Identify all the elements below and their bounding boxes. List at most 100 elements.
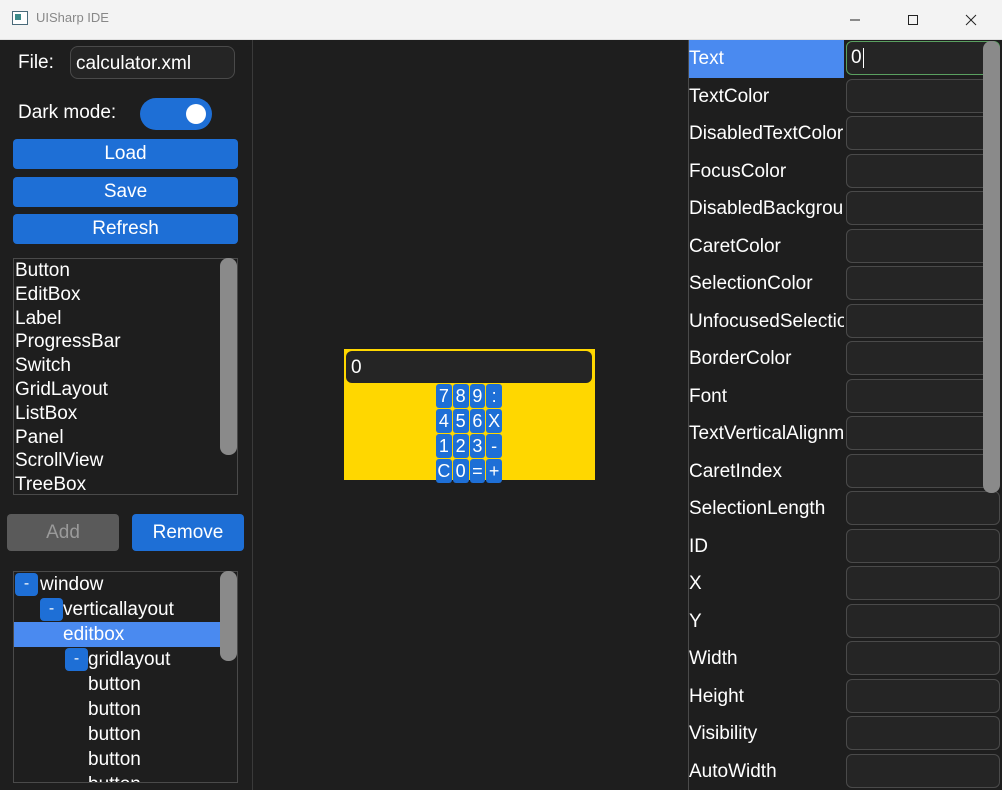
list-item[interactable]: Switch [14, 354, 237, 378]
property-name[interactable]: AutoWidth [689, 753, 844, 790]
list-item[interactable]: TreeBox [14, 473, 237, 494]
tree-item-window[interactable]: - window [14, 572, 237, 597]
calc-button[interactable]: - [486, 434, 502, 458]
calc-button[interactable]: + [486, 459, 502, 483]
property-value-input[interactable] [846, 678, 1000, 713]
calc-button[interactable]: 7 [436, 384, 452, 408]
tree-item-editbox[interactable]: editbox [14, 622, 237, 647]
list-item[interactable]: EditBox [14, 283, 237, 307]
property-value-input[interactable] [846, 453, 1000, 488]
calc-button[interactable]: 5 [452, 409, 469, 433]
calc-button[interactable]: 3 [469, 434, 486, 458]
calculator-display[interactable]: 0 [346, 351, 592, 383]
property-name[interactable]: SelectionColor [689, 265, 844, 303]
property-name[interactable]: X [689, 565, 844, 603]
calc-button[interactable]: X [486, 409, 502, 433]
property-value-input[interactable] [846, 153, 1000, 188]
maximize-button[interactable] [884, 0, 942, 39]
property-row: TextColor [689, 78, 1002, 116]
property-value-input[interactable] [846, 641, 1000, 675]
dark-mode-toggle[interactable] [140, 98, 212, 130]
property-name[interactable]: TextColor [689, 78, 844, 116]
property-value-input[interactable] [846, 566, 1000, 600]
calc-button[interactable]: 2 [452, 434, 469, 458]
collapse-toggle[interactable]: - [65, 648, 88, 671]
add-button[interactable]: Add [7, 514, 119, 551]
tree-item-button[interactable]: button [14, 697, 237, 722]
list-item[interactable]: ListBox [14, 402, 237, 426]
minimize-button[interactable] [826, 0, 884, 39]
widget-list-scrollbar[interactable] [220, 258, 237, 455]
tree-item-label: verticallayout [63, 599, 174, 620]
property-value-input[interactable] [846, 341, 1000, 375]
property-name[interactable]: UnfocusedSelectionColor [689, 303, 844, 341]
widget-list[interactable]: Button EditBox Label ProgressBar Switch … [13, 258, 238, 495]
save-button[interactable]: Save [13, 177, 238, 207]
remove-button[interactable]: Remove [132, 514, 244, 551]
property-name[interactable]: FocusColor [689, 153, 844, 191]
property-value-input[interactable] [846, 753, 1000, 788]
property-name[interactable]: CaretIndex [689, 453, 844, 491]
property-name[interactable]: Height [689, 678, 844, 716]
dark-mode-label: Dark mode: [18, 102, 117, 123]
property-value-input[interactable] [846, 491, 1000, 525]
refresh-button[interactable]: Refresh [13, 214, 238, 244]
property-name[interactable]: DisabledBackground [689, 190, 844, 228]
properties-scrollbar[interactable] [983, 41, 1000, 493]
property-name[interactable]: BorderColor [689, 340, 844, 378]
collapse-toggle[interactable]: - [40, 598, 63, 621]
property-value-input[interactable] [846, 266, 1000, 300]
property-row: DisabledTextColor [689, 115, 1002, 153]
property-value-input[interactable] [846, 416, 1000, 450]
property-value-input[interactable] [846, 228, 1000, 263]
file-input[interactable]: calculator.xml [70, 46, 235, 79]
property-name[interactable]: ID [689, 528, 844, 566]
calc-button[interactable]: C [436, 459, 452, 483]
list-item[interactable]: ScrollView [14, 449, 237, 473]
property-name[interactable]: Text [689, 40, 844, 78]
tree-scrollbar[interactable] [220, 571, 237, 661]
property-value-input[interactable] [846, 603, 1000, 638]
property-name[interactable]: Font [689, 378, 844, 416]
close-button[interactable] [942, 0, 1000, 39]
property-value-input[interactable] [846, 78, 1000, 113]
calc-button[interactable]: 0 [452, 459, 469, 483]
property-value-input[interactable] [846, 116, 1000, 150]
property-value-input[interactable] [846, 303, 1000, 338]
calc-button[interactable]: 8 [452, 384, 469, 408]
list-item[interactable]: Button [14, 259, 237, 283]
property-value-input[interactable]: 0 [846, 41, 1000, 75]
calc-button[interactable]: 6 [469, 409, 486, 433]
property-value-input[interactable] [846, 716, 1000, 750]
property-name[interactable]: SelectionLength [689, 490, 844, 528]
calc-button[interactable]: 1 [436, 434, 452, 458]
property-name[interactable]: Y [689, 603, 844, 641]
property-name[interactable]: TextVerticalAlignment [689, 415, 844, 453]
calc-button[interactable]: 4 [436, 409, 452, 433]
property-name[interactable]: DisabledTextColor [689, 115, 844, 153]
property-name[interactable]: Width [689, 640, 844, 678]
list-item[interactable]: Label [14, 307, 237, 331]
list-item[interactable]: Panel [14, 426, 237, 450]
list-item[interactable]: ProgressBar [14, 330, 237, 354]
property-value-input[interactable] [846, 528, 1000, 563]
tree-item-verticallayout[interactable]: - verticallayout [14, 597, 237, 622]
load-button[interactable]: Load [13, 139, 238, 169]
tree-item-button[interactable]: button [14, 672, 237, 697]
list-item[interactable]: GridLayout [14, 378, 237, 402]
property-name[interactable]: Visibility [689, 715, 844, 753]
property-value-input[interactable] [846, 378, 1000, 413]
widget-tree[interactable]: - window - verticallayout editbox - grid… [13, 571, 238, 783]
tree-item-button[interactable]: button [14, 722, 237, 747]
tree-item-label: editbox [63, 624, 125, 645]
calc-button[interactable]: = [469, 459, 486, 483]
property-name[interactable]: CaretColor [689, 228, 844, 266]
collapse-toggle[interactable]: - [15, 573, 38, 596]
tree-item-button[interactable]: button [14, 772, 237, 782]
tree-item-label: button [88, 772, 141, 782]
tree-item-gridlayout[interactable]: - gridlayout [14, 647, 237, 672]
calc-button[interactable]: 9 [469, 384, 486, 408]
tree-item-button[interactable]: button [14, 747, 237, 772]
property-value-input[interactable] [846, 191, 1000, 225]
calc-button[interactable]: : [486, 384, 502, 408]
